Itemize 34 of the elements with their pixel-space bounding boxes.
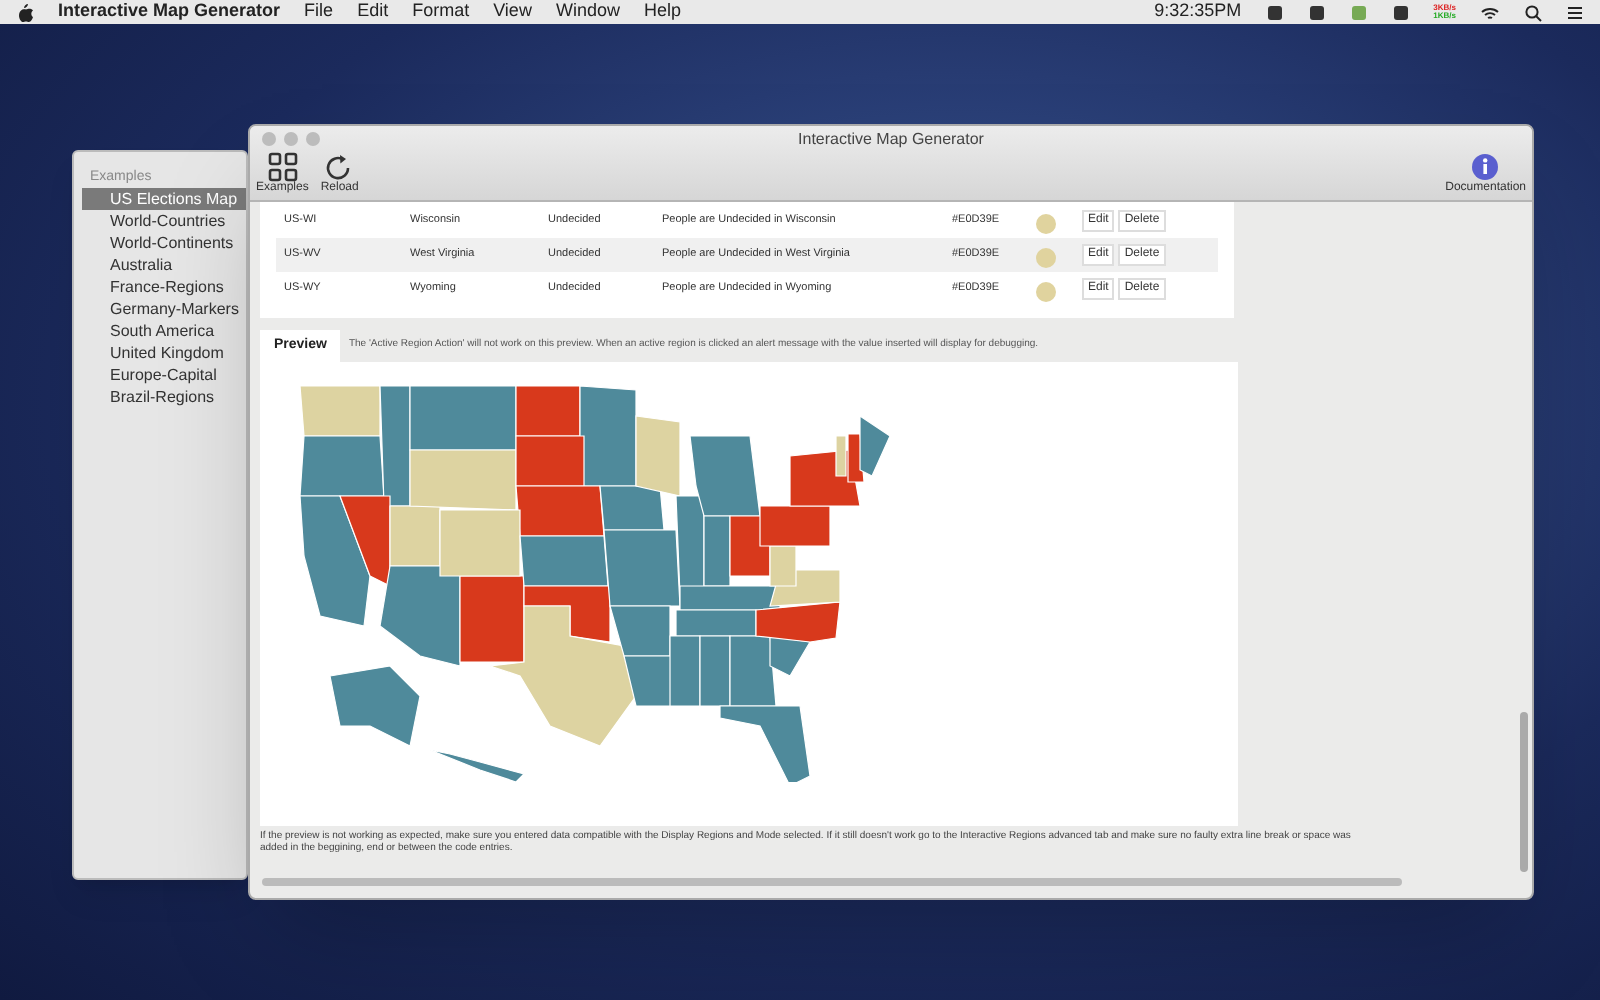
sidebar-item[interactable]: US Elections Map [82, 188, 246, 210]
status-icon [1265, 3, 1284, 21]
menu-item[interactable]: Help [643, 0, 681, 26]
clock[interactable]: 9:32:35PM [1154, 0, 1242, 26]
window-title: Interactive Map Generator [796, 128, 986, 152]
sidebar-item[interactable]: World-Countries [82, 210, 246, 232]
info-icon [1468, 152, 1503, 182]
status-icon [1391, 3, 1410, 21]
grid-icon [265, 152, 300, 182]
menu-item[interactable]: Edit [357, 0, 389, 26]
wifi-icon [1480, 3, 1500, 21]
app-menu[interactable]: Interactive Map Generator [58, 0, 281, 26]
sidebar-item[interactable]: Brazil-Regions [82, 386, 246, 408]
sidebar-item[interactable]: Germany-Markers [82, 298, 246, 320]
menu-item[interactable]: Window [555, 0, 620, 26]
zoom-button[interactable] [306, 132, 320, 146]
sidebar-item[interactable]: Australia [82, 254, 246, 276]
sidebar-item[interactable]: World-Continents [82, 232, 246, 254]
menu-item[interactable]: File [304, 0, 334, 26]
menu-item[interactable]: View [493, 0, 532, 26]
status-icon [1349, 3, 1368, 21]
sidebar-item[interactable]: Europe-Capital [82, 364, 246, 386]
minimize-button[interactable] [284, 132, 298, 146]
horizontal-scrollbar[interactable] [262, 878, 1402, 886]
sidebar-item[interactable]: France-Regions [82, 276, 246, 298]
menu-item[interactable]: Format [412, 0, 470, 26]
apple-icon [16, 2, 34, 22]
sidebar-item[interactable]: United Kingdom [82, 342, 246, 364]
menu-icon [1566, 3, 1584, 21]
close-button[interactable] [262, 132, 276, 146]
sidebar-item[interactable]: South America [82, 320, 246, 342]
search-icon [1524, 3, 1542, 21]
vertical-scrollbar[interactable] [1520, 712, 1528, 872]
status-icon [1307, 3, 1326, 21]
